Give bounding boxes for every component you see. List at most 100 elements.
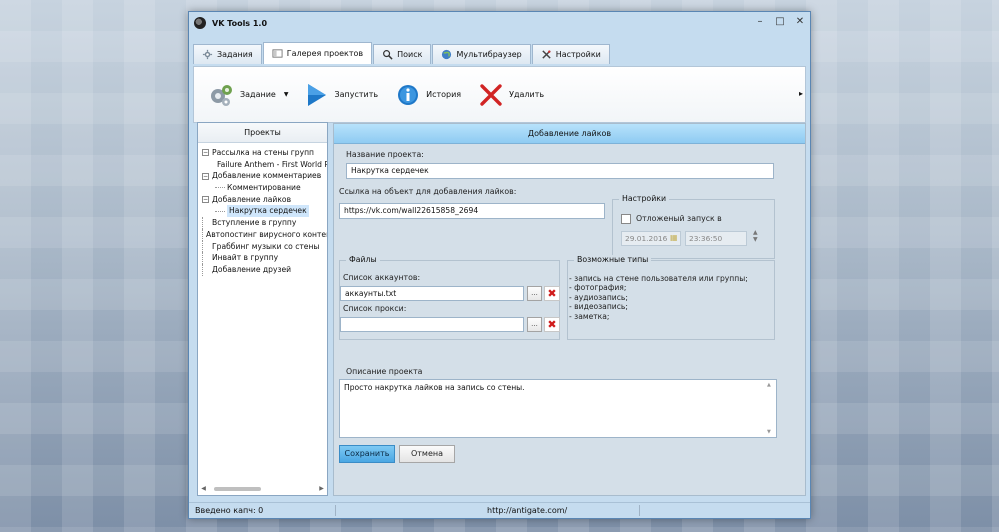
info-icon [398, 84, 419, 105]
status-divider [639, 505, 640, 516]
type-item: - фотография; [569, 283, 627, 293]
scroll-right-icon[interactable]: ▶ [317, 485, 326, 492]
close-button[interactable]: ✕ [790, 14, 810, 30]
description-text: Просто накрутка лайков на запись со стен… [344, 383, 525, 392]
run-button[interactable]: Запустить [306, 82, 378, 108]
main-tabs: Задания Галерея проектов Поиск Мультибра… [193, 42, 611, 64]
tree-node-label: Инвайт в группу [212, 253, 279, 263]
tree-connector [215, 187, 225, 189]
globe-icon [442, 49, 452, 60]
settings-group-title: Настройки [619, 194, 670, 203]
projects-tree: − Рассылка на стены групп Failure Anthem… [198, 143, 327, 276]
tab-search-label: Поиск [397, 50, 423, 59]
tree-connector [202, 228, 203, 241]
tree-node-adding-likes[interactable]: − Добавление лайков [202, 194, 327, 206]
proxy-input[interactable] [340, 317, 524, 332]
tree-connector [202, 240, 209, 253]
delete-label: Удалить [509, 90, 545, 99]
status-divider [335, 505, 336, 516]
files-group: Файлы Список аккаунтов: аккаунты.txt ...… [339, 255, 560, 340]
description-textarea[interactable]: Просто накрутка лайков на запись со стен… [339, 379, 777, 438]
settings-group: Настройки Отложеный запуск в 29.01.2016 … [612, 194, 775, 259]
captcha-count: Введено капч: 0 [195, 506, 264, 515]
tree-node-adding-comments[interactable]: − Добавление комментариев [202, 170, 327, 182]
tab-tasks-label: Задания [217, 50, 253, 59]
link-input[interactable]: https://vk.com/wall22615858_2694 [339, 203, 605, 219]
tree-leaf-hearts-boost[interactable]: Накрутка сердечек [202, 205, 327, 218]
toolbar: Задание ▼ Запустить История Удалить ▸ [193, 66, 806, 123]
proxy-label: Список прокси: [343, 304, 407, 313]
collapse-icon[interactable]: − [202, 196, 209, 204]
settings-icon [542, 50, 551, 59]
description-label: Описание проекта [346, 367, 423, 376]
tree-node-label: Добавление друзей [212, 264, 292, 274]
collapse-icon[interactable]: − [202, 172, 209, 180]
project-name-label: Название проекта: [346, 150, 424, 159]
collapse-icon[interactable]: − [202, 149, 209, 157]
tree-node-add-friends[interactable]: Добавление друзей [202, 263, 327, 276]
delayed-time-field[interactable]: 23:36:50 [685, 231, 747, 246]
horizontal-scrollbar[interactable]: ◀ ▶ [199, 484, 326, 493]
accounts-browse-button[interactable]: ... [527, 286, 542, 301]
scrollbar-thumb[interactable] [214, 486, 261, 491]
tree-connector [202, 217, 209, 229]
tree-connector [202, 252, 209, 264]
save-button[interactable]: Сохранить [339, 445, 395, 463]
app-logo-icon [194, 17, 206, 29]
projects-header: Проекты [198, 123, 327, 143]
tab-gallery[interactable]: Галерея проектов [262, 42, 373, 64]
tab-search[interactable]: Поиск [373, 44, 432, 64]
type-item: - заметка; [569, 311, 610, 321]
tab-gallery-label: Галерея проектов [286, 49, 364, 58]
proxy-browse-button[interactable]: ... [527, 317, 542, 332]
types-group-title: Возможные типы [574, 255, 652, 264]
cancel-button[interactable]: Отмена [399, 445, 455, 463]
accounts-label: Список аккаунтов: [343, 273, 421, 282]
proxy-clear-button[interactable]: ✖ [544, 317, 560, 332]
task-dropdown-button[interactable]: Задание ▼ [208, 82, 288, 108]
project-name-input[interactable]: Накрутка сердечек [346, 163, 774, 179]
type-item: - запись на стене пользователя или групп… [569, 274, 748, 283]
chevron-down-icon: ▼ [283, 91, 289, 98]
tree-leaf-failure-anthem[interactable]: Failure Anthem - First World P [202, 159, 327, 171]
tree-node-label: Рассылка на стены групп [212, 148, 314, 157]
scroll-up-icon[interactable]: ▲ [767, 382, 771, 388]
tab-tasks[interactable]: Задания [193, 44, 262, 64]
scroll-left-icon[interactable]: ◀ [199, 485, 208, 492]
history-button[interactable]: История [396, 83, 461, 107]
project-form-panel: Добавление лайков Название проекта: Накр… [333, 123, 806, 496]
tree-node-join-group[interactable]: Вступление в группу [202, 217, 327, 229]
tree-node-group-wall-mailing[interactable]: − Рассылка на стены групп [202, 147, 327, 159]
calendar-icon[interactable]: ▦ [670, 233, 678, 242]
tab-multibrowser-label: Мультибраузер [456, 50, 522, 59]
gears-icon [211, 84, 232, 106]
time-spinner-icon[interactable]: ▲ ▼ [753, 229, 758, 243]
delayed-start-checkbox[interactable] [621, 214, 631, 224]
history-label: История [426, 90, 462, 99]
tab-settings[interactable]: Настройки [531, 44, 610, 64]
scroll-down-icon[interactable]: ▼ [767, 429, 771, 435]
toolbar-more-icon[interactable]: ▸ [799, 89, 803, 98]
maximize-button[interactable]: □ [770, 14, 790, 30]
tree-node-viral-autoposting[interactable]: Автопостинг вирусного контен [202, 228, 327, 241]
tree-node-label: Добавление лайков [212, 194, 292, 204]
gallery-icon [272, 49, 283, 58]
type-item: - аудиозапись; [569, 292, 628, 302]
types-list: - запись на стене пользователя или групп… [569, 274, 748, 321]
tree-connector [202, 263, 209, 276]
tree-leaf-commenting[interactable]: Комментирование [202, 182, 327, 194]
tree-node-label: Автопостинг вирусного контен [206, 229, 327, 239]
tab-multibrowser[interactable]: Мультибраузер [432, 44, 531, 64]
accounts-clear-button[interactable]: ✖ [544, 286, 560, 301]
app-window: VK Tools 1.0 – □ ✕ Задания Галерея проек… [188, 11, 811, 519]
accounts-input[interactable]: аккаунты.txt [340, 286, 524, 301]
projects-panel: Проекты − Рассылка на стены групп Failur… [197, 122, 328, 496]
title-bar: VK Tools 1.0 – □ ✕ [189, 12, 810, 34]
form-header: Добавление лайков [334, 124, 805, 144]
tree-node-group-invite[interactable]: Инвайт в группу [202, 252, 327, 264]
minimize-button[interactable]: – [750, 14, 770, 30]
tree-node-music-grabbing[interactable]: Граббинг музыки со стены [202, 240, 327, 253]
delete-button[interactable]: Удалить [479, 83, 544, 107]
type-item: - видеозапись; [569, 302, 628, 312]
textarea-scrollbar[interactable]: ▲ ▼ [767, 382, 774, 435]
